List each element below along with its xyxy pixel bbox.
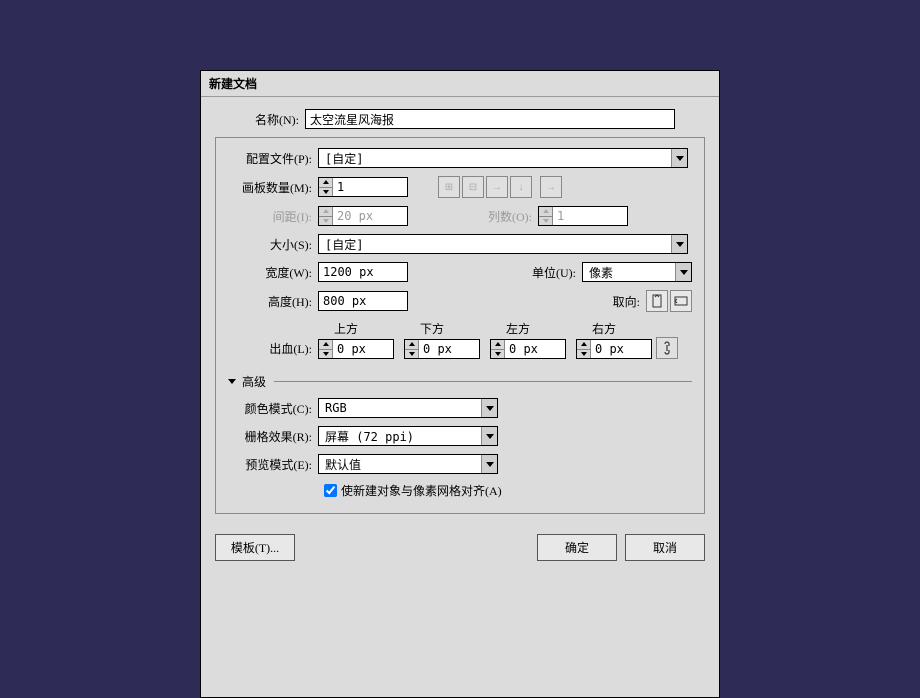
- ok-button[interactable]: 确定: [537, 534, 617, 561]
- spacing-label: 间距(I):: [228, 208, 318, 225]
- bleed-bottom-spinner[interactable]: 0 px: [404, 339, 480, 359]
- height-input[interactable]: [318, 291, 408, 311]
- preview-dropdown[interactable]: 默认值: [318, 454, 498, 474]
- bleed-left-label: 左方: [490, 320, 566, 337]
- preview-label: 预览模式(E):: [228, 456, 318, 473]
- columns-label: 列数(O):: [478, 208, 538, 225]
- artboards-label: 画板数量(M):: [228, 179, 318, 196]
- link-bleed-button[interactable]: [656, 337, 678, 359]
- triangle-down-icon: [228, 379, 236, 384]
- colormode-dropdown[interactable]: RGB: [318, 398, 498, 418]
- columns-spinner: 1: [538, 206, 628, 226]
- units-label: 单位(U):: [522, 264, 582, 281]
- artboards-spinner[interactable]: 1: [318, 177, 408, 197]
- units-dropdown[interactable]: 像素: [582, 262, 692, 282]
- new-document-dialog: 新建文档 名称(N): 配置文件(P): [自定] 画板数量(M): 1: [200, 70, 720, 698]
- bleed-top-spinner[interactable]: 0 px: [318, 339, 394, 359]
- bleed-top-label: 上方: [318, 320, 394, 337]
- dropdown-arrow-icon[interactable]: [481, 427, 497, 445]
- dropdown-arrow-icon[interactable]: [671, 149, 687, 167]
- advanced-toggle[interactable]: 高级: [228, 373, 692, 390]
- arrange-row-icon: →: [486, 176, 508, 198]
- profile-label: 配置文件(P):: [228, 150, 318, 167]
- width-input[interactable]: [318, 262, 408, 282]
- size-label: 大小(S):: [228, 236, 318, 253]
- arrange-col-icon: ↓: [510, 176, 532, 198]
- arrange-grid-col-icon: ⊟: [462, 176, 484, 198]
- width-label: 宽度(W):: [228, 264, 318, 281]
- bleed-label: 出血(L):: [228, 340, 318, 357]
- raster-label: 栅格效果(R):: [228, 428, 318, 445]
- dropdown-arrow-icon[interactable]: [671, 235, 687, 253]
- orientation-landscape-button[interactable]: [670, 290, 692, 312]
- dropdown-arrow-icon[interactable]: [481, 399, 497, 417]
- dialog-title: 新建文档: [201, 71, 719, 97]
- profile-dropdown[interactable]: [自定]: [318, 148, 688, 168]
- orientation-portrait-button[interactable]: [646, 290, 668, 312]
- bleed-bottom-label: 下方: [404, 320, 480, 337]
- arrange-rtl-icon: →: [540, 176, 562, 198]
- templates-button[interactable]: 模板(T)...: [215, 534, 295, 561]
- bleed-right-spinner[interactable]: 0 px: [576, 339, 652, 359]
- cancel-button[interactable]: 取消: [625, 534, 705, 561]
- settings-group: 配置文件(P): [自定] 画板数量(M): 1 ⊞ ⊟ → ↓ →: [215, 137, 705, 514]
- height-label: 高度(H):: [228, 293, 318, 310]
- spacing-spinner: 20 px: [318, 206, 408, 226]
- dropdown-arrow-icon[interactable]: [481, 455, 497, 473]
- bleed-left-spinner[interactable]: 0 px: [490, 339, 566, 359]
- arrange-grid-row-icon: ⊞: [438, 176, 460, 198]
- raster-dropdown[interactable]: 屏幕 (72 ppi): [318, 426, 498, 446]
- align-pixel-label: 使新建对象与像素网格对齐(A): [341, 482, 502, 499]
- size-dropdown[interactable]: [自定]: [318, 234, 688, 254]
- orientation-label: 取向:: [586, 293, 646, 310]
- align-pixel-checkbox[interactable]: [324, 484, 337, 497]
- bleed-right-label: 右方: [576, 320, 652, 337]
- colormode-label: 颜色模式(C):: [228, 400, 318, 417]
- dropdown-arrow-icon[interactable]: [675, 263, 691, 281]
- name-label: 名称(N):: [215, 111, 305, 128]
- name-input[interactable]: [305, 109, 675, 129]
